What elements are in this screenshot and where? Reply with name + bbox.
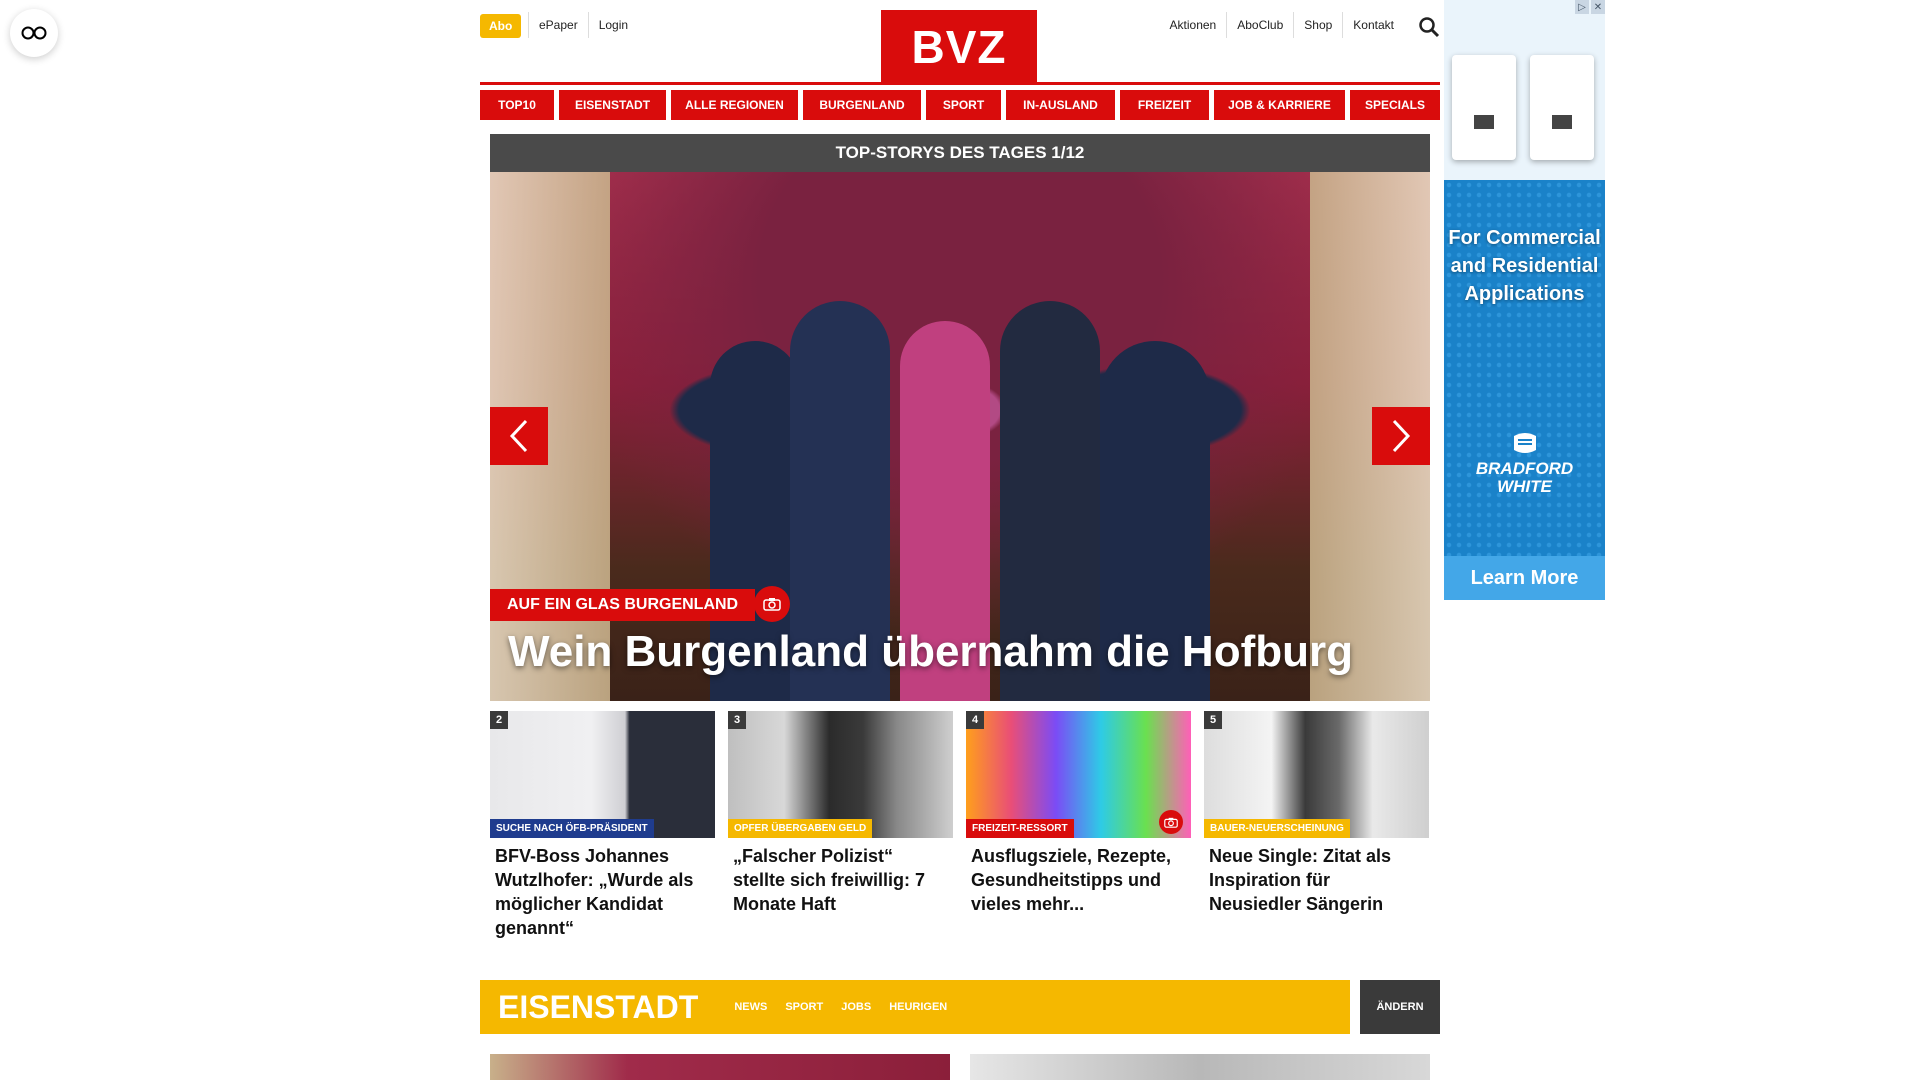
nav-item-in-ausland[interactable]: IN-AUSLAND	[1006, 90, 1115, 120]
region-story-image[interactable]	[970, 1054, 1430, 1080]
hero-slider: TOP-STORYS DES TAGES 1/12 AUF EIN GLAS B…	[490, 134, 1430, 701]
header: Abo ePaper Login BVZ Aktionen AboClub Sh…	[480, 0, 1440, 84]
glasses-icon	[21, 26, 47, 40]
ad-info-icon[interactable]: ▷	[1575, 0, 1589, 14]
login-link[interactable]: Login	[587, 12, 638, 38]
nav-item-burgenland[interactable]: BURGENLAND	[803, 90, 921, 120]
kontakt-link[interactable]: Kontakt	[1342, 12, 1404, 38]
slider-next-button[interactable]	[1372, 407, 1430, 465]
nav-item-job-karriere[interactable]: JOB & KARRIERE	[1214, 90, 1345, 120]
region-link-heurigen[interactable]: HEURIGEN	[889, 1001, 947, 1013]
search-icon[interactable]	[1418, 16, 1440, 38]
story-number: 2	[490, 711, 508, 729]
camera-icon	[1164, 817, 1178, 828]
epaper-link[interactable]: ePaper	[528, 12, 588, 38]
story-tag: FREIZEIT-RESSORT	[966, 819, 1074, 838]
nav-item-freizeit[interactable]: FREIZEIT	[1120, 90, 1209, 120]
ad-choices[interactable]: ▷ ✕	[1575, 0, 1605, 14]
change-region-button[interactable]: ÄNDERN	[1360, 980, 1440, 1034]
story-card[interactable]: 2 SUCHE NACH ÖFB-PRÄSIDENT BFV-Boss Joha…	[490, 711, 715, 940]
region-bar: EISENSTADT NEWS SPORT JOBS HEURIGEN	[480, 980, 1350, 1034]
bvz-logo[interactable]: BVZ	[881, 10, 1037, 84]
chevron-left-icon	[509, 419, 528, 453]
page-container: Abo ePaper Login BVZ Aktionen AboClub Sh…	[480, 0, 1440, 1080]
story-card[interactable]: 4 FREIZEIT-RESSORT Ausflugsziele, Rezept…	[966, 711, 1191, 940]
region-link-jobs[interactable]: JOBS	[841, 1001, 871, 1013]
accessibility-button[interactable]	[10, 9, 58, 57]
header-divider	[480, 82, 1440, 85]
aktionen-link[interactable]: Aktionen	[1160, 12, 1227, 38]
aboclub-link[interactable]: AboClub	[1226, 12, 1293, 38]
camera-icon	[763, 598, 781, 611]
ad-product-unit	[1530, 55, 1594, 160]
hero-image[interactable]: AUF EIN GLAS BURGENLAND Wein Burgenland …	[490, 172, 1430, 701]
region-link-sport[interactable]: SPORT	[785, 1001, 823, 1013]
ad-banner[interactable]: ▷ ✕ For Commercial and Residential Appli…	[1444, 0, 1605, 600]
gallery-badge	[754, 586, 790, 622]
nav-item-alle-regionen[interactable]: ALLE REGIONEN	[671, 90, 798, 120]
nav-item-specials[interactable]: SPECIALS	[1350, 90, 1440, 120]
bradford-white-logo-icon	[1513, 433, 1536, 453]
story-number: 3	[728, 711, 746, 729]
story-title[interactable]: Ausflugsziele, Rezepte, Gesundheitstipps…	[966, 838, 1191, 916]
chevron-right-icon	[1392, 419, 1411, 453]
ad-product-unit	[1452, 55, 1516, 160]
story-title[interactable]: „Falscher Polizist“ stellte sich freiwil…	[728, 838, 953, 916]
header-right-links: Aktionen AboClub Shop Kontakt	[1160, 12, 1404, 38]
gallery-badge	[1159, 810, 1183, 834]
hero-title[interactable]: Wein Burgenland übernahm die Hofburg	[508, 627, 1353, 677]
slider-prev-button[interactable]	[490, 407, 548, 465]
abo-button[interactable]: Abo	[480, 14, 522, 38]
story-image[interactable]: 3 OPFER ÜBERGABEN GELD	[728, 711, 953, 838]
region-links: NEWS SPORT JOBS HEURIGEN	[734, 1001, 947, 1013]
shop-link[interactable]: Shop	[1293, 12, 1342, 38]
nav-item-eisenstadt[interactable]: EISENSTADT	[559, 90, 666, 120]
story-title[interactable]: Neue Single: Zitat als Inspiration für N…	[1204, 838, 1429, 916]
story-image[interactable]: 2 SUCHE NACH ÖFB-PRÄSIDENT	[490, 711, 715, 838]
story-card[interactable]: 3 OPFER ÜBERGABEN GELD „Falscher Polizis…	[728, 711, 953, 940]
story-tag: OPFER ÜBERGABEN GELD	[728, 819, 873, 838]
nav-item-top10[interactable]: TOP10	[480, 90, 554, 120]
hero-category-tag[interactable]: AUF EIN GLAS BURGENLAND	[490, 589, 756, 621]
hero-heading: TOP-STORYS DES TAGES 1/12	[490, 134, 1430, 172]
ad-brand: BRADFORD WHITE	[1444, 430, 1605, 496]
header-left-links: ePaper Login	[528, 12, 638, 38]
region-story-image[interactable]	[490, 1054, 950, 1080]
story-image[interactable]: 5 BAUER-NEUERSCHEINUNG	[1204, 711, 1429, 838]
story-number: 4	[966, 711, 984, 729]
ad-text: For Commercial and Residential Applicati…	[1448, 227, 1601, 305]
story-number: 5	[1204, 711, 1222, 729]
main-nav: TOP10 EISENSTADT ALLE REGIONEN BURGENLAN…	[480, 90, 1440, 120]
story-tag: SUCHE NACH ÖFB-PRÄSIDENT	[490, 819, 654, 838]
region-title[interactable]: EISENSTADT	[498, 989, 698, 1026]
ad-brand-line1: BRADFORD	[1475, 459, 1574, 478]
close-icon[interactable]: ✕	[1591, 0, 1605, 14]
story-card[interactable]: 5 BAUER-NEUERSCHEINUNG Neue Single: Zita…	[1204, 711, 1429, 940]
story-image[interactable]: 4 FREIZEIT-RESSORT	[966, 711, 1191, 838]
ad-brand-line2: WHITE	[1497, 477, 1552, 496]
nav-item-sport[interactable]: SPORT	[926, 90, 1001, 120]
story-title[interactable]: BFV-Boss Johannes Wutzlhofer: „Wurde als…	[490, 838, 715, 940]
ad-product-area	[1444, 0, 1605, 180]
story-tag: BAUER-NEUERSCHEINUNG	[1204, 819, 1350, 838]
region-link-news[interactable]: NEWS	[734, 1001, 767, 1013]
story-cards: 2 SUCHE NACH ÖFB-PRÄSIDENT BFV-Boss Joha…	[490, 711, 1430, 940]
ad-learn-more-button[interactable]: Learn More	[1444, 556, 1605, 600]
